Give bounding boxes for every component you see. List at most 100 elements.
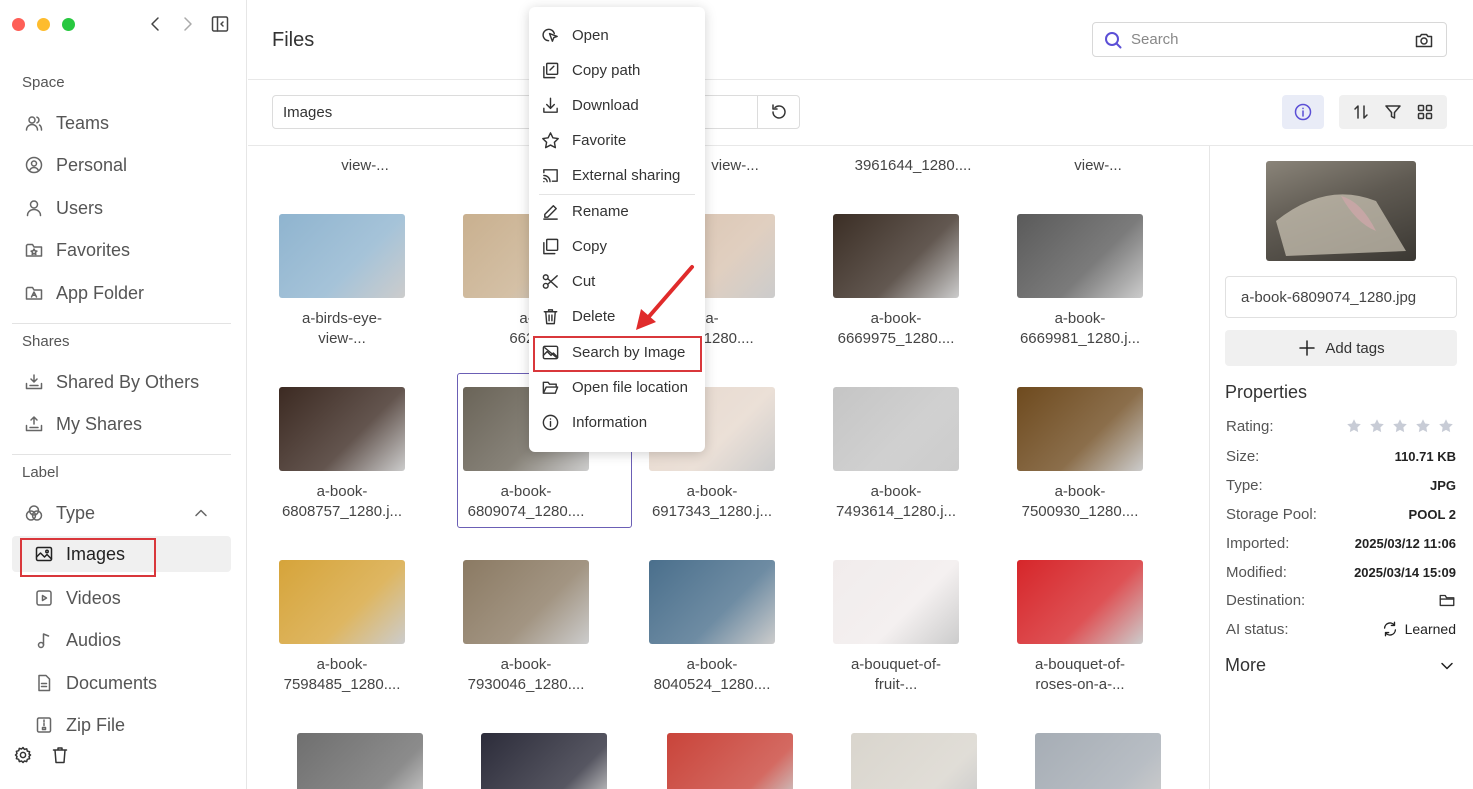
sort-icon[interactable] <box>1351 102 1371 122</box>
property-row-destination: Destination: <box>1226 589 1456 611</box>
file-name-line: fruit-... <box>874 675 918 693</box>
property-value: 2025/03/14 15:09 <box>1354 564 1456 580</box>
chevron-up-icon[interactable] <box>191 503 223 523</box>
rating-stars[interactable] <box>1346 418 1454 434</box>
video-icon <box>34 588 66 608</box>
file-name: a-book- 8040524_1280.... <box>625 655 799 694</box>
trash-icon[interactable] <box>50 745 70 765</box>
sidebar-item-type[interactable]: Type <box>12 495 231 531</box>
menu-item-open[interactable]: Open <box>537 20 699 50</box>
zip-icon <box>34 715 66 735</box>
menu-item-label: Copy path <box>572 61 641 79</box>
file-name-line: a-book- <box>316 656 368 673</box>
annotation-arrow-icon <box>636 265 694 330</box>
label-heading: Label <box>22 464 59 481</box>
file-name-line: a-bouquet-of- <box>1034 656 1126 673</box>
search-icon <box>1103 30 1123 50</box>
add-tags-button[interactable]: Add tags <box>1225 330 1457 366</box>
view-controls <box>1339 95 1447 129</box>
sidebar-item-teams[interactable]: Teams <box>12 105 231 141</box>
toggle-sidebar-icon[interactable] <box>210 14 230 34</box>
sidebar-item-documents[interactable]: Documents <box>12 665 231 701</box>
sidebar-item-label: Audios <box>66 629 122 650</box>
camera-icon[interactable] <box>1414 30 1434 50</box>
more-section-toggle[interactable]: More <box>1225 655 1457 676</box>
file-name: a-book- 7500930_1280.... <box>993 482 1167 521</box>
file-name-line: 6917343_1280.j... <box>651 502 773 520</box>
file-thumbnail[interactable] <box>667 733 793 789</box>
highlight-box <box>533 336 702 372</box>
sidebar-item-zip-file[interactable]: Zip File <box>12 707 231 743</box>
folder-icon[interactable] <box>1438 591 1456 609</box>
close-window-button[interactable] <box>12 18 25 31</box>
menu-item-download[interactable]: Download <box>537 90 699 120</box>
file-thumbnail[interactable] <box>297 733 423 789</box>
file-thumbnail <box>833 560 959 644</box>
sidebar-item-shared-by-others[interactable]: Shared By Others <box>12 364 231 400</box>
minimize-window-button[interactable] <box>37 18 50 31</box>
menu-item-open-file-location[interactable]: Open file location <box>537 372 699 402</box>
filter-icon[interactable] <box>1383 102 1403 122</box>
menu-item-external-sharing[interactable]: External sharing <box>537 160 699 190</box>
menu-item-copy-path[interactable]: Copy path <box>537 55 699 85</box>
back-arrow-icon[interactable] <box>146 14 166 34</box>
sidebar-item-label: Documents <box>66 672 158 693</box>
sidebar-item-videos[interactable]: Videos <box>12 580 231 616</box>
context-menu: Open Copy path Download Favorite Externa… <box>529 7 705 452</box>
refresh-button[interactable] <box>757 95 800 129</box>
info-toggle-button[interactable] <box>1282 95 1324 129</box>
sidebar-item-label: My Shares <box>56 413 143 434</box>
file-name: a-book- 6669975_1280.... <box>809 309 983 348</box>
sidebar-item-label: Favorites <box>56 239 131 260</box>
menu-item-copy[interactable]: Copy <box>537 231 699 261</box>
menu-item-favorite[interactable]: Favorite <box>537 125 699 155</box>
search-box[interactable] <box>1092 22 1447 57</box>
file-name: a-book- 6669981_1280.j... <box>993 309 1167 348</box>
space-heading: Space <box>22 74 65 91</box>
file-thumbnail <box>649 560 775 644</box>
file-name: view-... <box>1074 157 1122 174</box>
scissors-icon <box>541 272 572 291</box>
gear-icon[interactable] <box>13 745 33 765</box>
file-name: a-book- 6808757_1280.j... <box>255 482 429 521</box>
star-icon <box>1347 419 1361 433</box>
property-row-ai-status: AI status: Learned <box>1226 618 1456 640</box>
menu-item-label: Information <box>572 413 648 431</box>
grid-view-icon[interactable] <box>1415 102 1435 122</box>
star-folder-icon <box>24 240 56 260</box>
property-row-storage-pool: Storage Pool: POOL 2 <box>1226 503 1456 525</box>
cursor-click-icon <box>541 26 572 45</box>
rating-row: Rating: <box>1226 415 1456 437</box>
file-name-line: 6669981_1280.j... <box>1019 329 1141 347</box>
search-input[interactable] <box>1131 31 1411 48</box>
filename-field[interactable]: a-book-6809074_1280.jpg <box>1225 276 1457 318</box>
forward-arrow-icon[interactable] <box>177 14 197 34</box>
maximize-window-button[interactable] <box>62 18 75 31</box>
sidebar-item-personal[interactable]: Personal <box>12 147 231 183</box>
sidebar-item-users[interactable]: Users <box>12 190 231 226</box>
file-thumbnail[interactable] <box>1035 733 1161 789</box>
sidebar-item-app-folder[interactable]: App Folder <box>12 275 231 311</box>
file-name-line: a-book- <box>316 483 368 500</box>
file-name-line: a-birds-eye- <box>301 310 383 327</box>
sidebar-item-my-shares[interactable]: My Shares <box>12 406 231 442</box>
file-thumbnail <box>833 214 959 298</box>
property-key: Size: <box>1226 447 1260 465</box>
sidebar-item-favorites[interactable]: Favorites <box>12 232 231 268</box>
info-icon <box>541 413 572 432</box>
file-thumbnail <box>463 560 589 644</box>
file-name-line: a-book- <box>870 483 922 500</box>
sidebar-item-label: Type <box>56 502 96 523</box>
file-name-line: 7493614_1280.j... <box>835 502 957 520</box>
menu-item-label: Delete <box>572 307 616 325</box>
sidebar-item-audios[interactable]: Audios <box>12 622 231 658</box>
menu-item-information[interactable]: Information <box>537 407 699 437</box>
copy-path-icon <box>541 61 572 80</box>
file-name-line: a-book- <box>1054 310 1106 327</box>
property-key: Storage Pool: <box>1226 505 1317 523</box>
file-thumbnail[interactable] <box>851 733 977 789</box>
file-thumbnail[interactable] <box>481 733 607 789</box>
menu-divider <box>539 194 695 195</box>
menu-item-rename[interactable]: Rename <box>537 196 699 226</box>
divider <box>12 323 231 324</box>
